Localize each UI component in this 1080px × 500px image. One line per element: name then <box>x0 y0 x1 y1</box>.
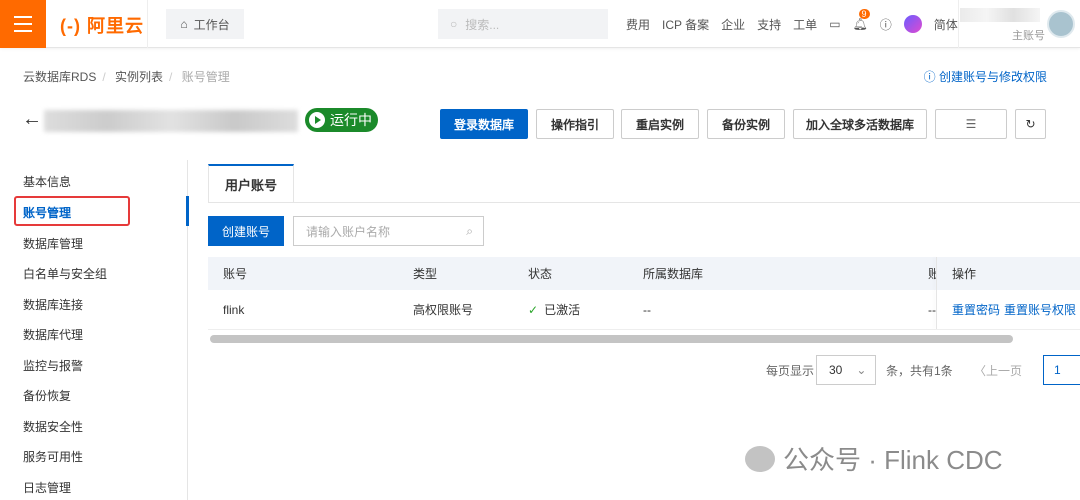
account-status: ✓ 已激活 <box>528 290 580 329</box>
chevron-down-icon: ⌄ <box>856 363 867 377</box>
account-search-placeholder: 请输入账户名称 <box>306 224 391 239</box>
refresh-icon[interactable]: ↻ <box>1015 109 1046 139</box>
reset-password-link[interactable]: 重置密码 <box>952 290 1000 329</box>
home-icon: ⌂ <box>180 17 188 31</box>
play-icon <box>309 112 325 128</box>
prev-page-button[interactable]: 〈 上一页 <box>974 355 1022 385</box>
sidebar-item-connection[interactable]: 数据库连接 <box>23 296 83 313</box>
top-bar: (-) 阿里云 ⌂ 工作台 ○ 搜索... 费用 ICP 备案 企业 支持 工单 ▭… <box>0 0 1080 48</box>
language-switch[interactable]: 简体 <box>934 16 958 33</box>
workbench-button[interactable]: ⌂ 工作台 <box>166 9 244 39</box>
account-name: flink <box>223 302 245 317</box>
breadcrumb: 云数据库RDS / 实例列表 / 账号管理 <box>23 70 230 84</box>
check-icon: ✓ <box>528 302 539 317</box>
help-link[interactable]: ⓘ 创建账号与修改权限 <box>924 68 1047 85</box>
account-desc: -- <box>928 302 936 317</box>
help-link-label: 创建账号与修改权限 <box>938 70 1047 84</box>
wechat-icon <box>745 445 775 472</box>
restart-button[interactable]: 重启实例 <box>621 109 699 139</box>
sidebar-item-basic[interactable]: 基本信息 <box>23 173 71 190</box>
horizontal-scrollbar[interactable] <box>210 335 1013 343</box>
back-arrow-icon[interactable]: ← <box>22 108 42 131</box>
login-db-button[interactable]: 登录数据库 <box>440 109 528 139</box>
watermark: 公众号 · Flink CDC <box>745 440 1003 477</box>
nav-support[interactable]: 支持 <box>757 16 781 33</box>
total-count: 条，共有1条 <box>886 363 953 378</box>
more-menu-icon[interactable]: ☰ <box>935 109 1007 139</box>
account-type: 高权限账号 <box>413 303 474 317</box>
terminal-icon[interactable]: ▭ <box>829 17 840 31</box>
create-account-button[interactable]: 创建账号 <box>208 216 284 246</box>
page-1-button[interactable]: 1 <box>1043 355 1080 385</box>
logo[interactable]: (-) 阿里云 <box>60 12 144 38</box>
per-page-value: 30 <box>829 363 843 377</box>
sidebar-item-whitelist[interactable]: 白名单与安全组 <box>23 265 107 282</box>
global-active-button[interactable]: 加入全球多活数据库 <box>793 109 927 139</box>
ai-assistant-icon[interactable] <box>903 15 922 33</box>
account-db: -- <box>643 302 651 317</box>
per-page-label: 每页显示 <box>766 363 815 378</box>
breadcrumb-rds[interactable]: 云数据库RDS <box>23 70 96 84</box>
sidebar-item-availability[interactable]: 服务可用性 <box>23 448 83 465</box>
chevron-left-icon: 〈 <box>974 363 987 378</box>
guide-button[interactable]: 操作指引 <box>536 109 614 139</box>
sidebar-item-proxy[interactable]: 数据库代理 <box>23 326 83 343</box>
sidebar-item-backup[interactable]: 备份恢复 <box>23 387 71 404</box>
per-page-select[interactable]: 30 ⌄ <box>816 355 876 385</box>
sidebar-item-monitoring[interactable]: 监控与报警 <box>23 357 83 374</box>
nav-enterprise[interactable]: 企业 <box>721 16 745 33</box>
sidebar-item-security[interactable]: 数据安全性 <box>23 418 83 435</box>
status-badge: 运行中 <box>305 108 378 132</box>
breadcrumb-current: 账号管理 <box>181 70 230 84</box>
sidebar-item-logs[interactable]: 日志管理 <box>23 479 71 496</box>
col-type: 类型 <box>413 267 438 281</box>
prev-page-label: 上一页 <box>986 363 1023 378</box>
col-account: 账号 <box>223 267 248 281</box>
nav-icp[interactable]: ICP 备案 <box>662 16 709 33</box>
status-label: 运行中 <box>330 112 372 128</box>
highlight-box <box>14 196 130 226</box>
col-database: 所属数据库 <box>643 267 704 281</box>
backup-button[interactable]: 备份实例 <box>707 109 785 139</box>
table-header: 账号 类型 状态 所属数据库 账 操作 <box>208 257 1080 290</box>
reset-permissions-link[interactable]: 重置账号权限 <box>1004 290 1076 329</box>
table-row: flink 高权限账号 ✓ 已激活 -- -- 重置密码 重置账号权限 <box>208 290 1080 330</box>
instance-name-blurred <box>44 110 298 132</box>
help-icon[interactable]: ⓘ <box>880 16 892 33</box>
search-icon: ○ <box>450 17 458 31</box>
col-desc: 账 <box>928 267 936 281</box>
search-input[interactable]: ○ 搜索... <box>438 9 608 39</box>
notification-badge: 9 <box>858 9 870 19</box>
breadcrumb-instances[interactable]: 实例列表 <box>115 70 163 84</box>
account-search-input[interactable]: 请输入账户名称 ⌕ <box>293 216 484 246</box>
active-indicator <box>186 196 189 226</box>
col-actions: 操作 <box>952 267 977 281</box>
workbench-label: 工作台 <box>193 17 230 32</box>
menu-button[interactable] <box>0 0 46 48</box>
col-status: 状态 <box>528 267 553 281</box>
username-blurred <box>960 8 1040 22</box>
status-text: 已激活 <box>544 303 581 317</box>
avatar[interactable] <box>1047 10 1075 38</box>
sidebar-item-databases[interactable]: 数据库管理 <box>23 235 83 252</box>
search-icon[interactable]: ⌕ <box>466 224 473 239</box>
account-type: 主账号 <box>1012 30 1045 42</box>
search-placeholder: 搜索... <box>465 17 500 32</box>
nav-ticket[interactable]: 工单 <box>793 16 817 33</box>
watermark-text: 公众号 · Flink CDC <box>783 445 1003 475</box>
question-icon: ⓘ <box>923 70 939 84</box>
tab-user-accounts[interactable]: 用户账号 <box>208 164 294 202</box>
bell-icon[interactable]: 🔔︎ 9 <box>853 9 870 31</box>
nav-fees[interactable]: 费用 <box>626 16 650 33</box>
